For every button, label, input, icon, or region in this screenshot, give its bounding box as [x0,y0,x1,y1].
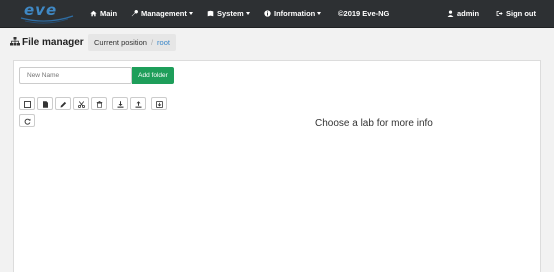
breadcrumb: Current position / root [88,34,176,51]
page-title: File manager [10,37,84,48]
top-navbar: eve Main Management System Information ©… [0,0,554,28]
logo-text: eve [24,1,58,19]
nav-information[interactable]: Information [264,0,322,28]
cut-button[interactable] [73,97,89,110]
chevron-down-icon [245,12,250,15]
wrench-icon [131,10,138,17]
checkbox-icon [24,100,31,108]
nav-user-label: admin [457,9,480,18]
page-header: File manager Current position / root [0,28,554,58]
nav-management[interactable]: Management [131,0,193,28]
breadcrumb-root-link[interactable]: root [157,38,170,47]
info-circle-icon [264,10,271,17]
export-icon [156,100,163,108]
refresh-button[interactable] [19,114,35,127]
file-manager-panel: Add folder Choose a lab for more info [13,60,541,272]
refresh-icon [24,118,31,125]
chevron-down-icon [317,12,322,15]
breadcrumb-separator: / [150,38,154,47]
sitemap-icon [10,37,20,46]
page-title-text: File manager [22,37,84,48]
scissors-icon [78,100,85,108]
pencil-icon [60,101,67,107]
nav-information-label: Information [274,9,316,18]
nav-main-label: Main [100,9,118,18]
upload-icon [135,100,142,108]
nav-system-label: System [217,9,244,18]
user-icon [447,10,454,17]
book-icon [207,10,214,17]
breadcrumb-current-position: Current position [94,38,147,47]
download-button[interactable] [112,97,128,110]
download-icon [117,100,124,108]
nav-user[interactable]: admin [447,0,479,28]
nav-signout[interactable]: Sign out [496,0,536,28]
new-name-input[interactable] [19,67,132,84]
trash-icon [96,100,103,108]
chevron-down-icon [188,12,193,15]
add-folder-button[interactable]: Add folder [132,67,174,84]
file-icon [43,100,48,108]
nav-main[interactable]: Main [90,0,117,28]
nav-signout-label: Sign out [506,9,536,18]
home-icon [90,10,97,17]
delete-button[interactable] [91,97,107,110]
export-button[interactable] [151,97,167,110]
lab-info-message: Choose a lab for more info [315,118,433,129]
rename-button[interactable] [55,97,71,110]
upload-button[interactable] [130,97,146,110]
sign-out-icon [496,10,503,17]
nav-copyright[interactable]: ©2019 Eve-NG [338,0,389,28]
eve-ng-logo[interactable]: eve [18,1,76,25]
select-all-button[interactable] [19,97,35,110]
nav-management-label: Management [141,9,187,18]
nav-system[interactable]: System [207,0,250,28]
new-file-button[interactable] [37,97,53,110]
